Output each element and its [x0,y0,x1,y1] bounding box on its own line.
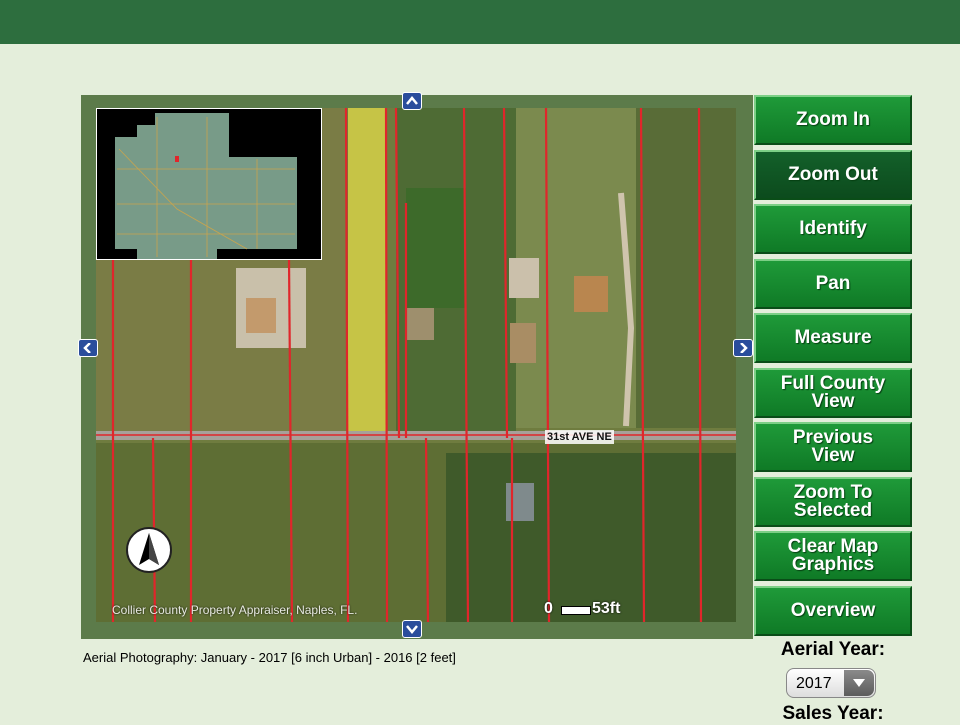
chevron-down-icon [406,625,418,634]
scale-distance-label: 53ft [592,600,621,617]
pan-up-button[interactable] [402,92,422,110]
zoom-in-button[interactable]: Zoom In [754,95,912,145]
aerial-year-value: 2017 [796,675,832,692]
aerial-year-select[interactable]: 2017 [786,668,876,698]
aerial-photography-caption: Aerial Photography: January - 2017 [6 in… [83,650,456,665]
measure-button[interactable]: Measure [754,313,912,363]
north-arrow-icon [126,527,172,573]
pan-right-button[interactable] [733,339,753,357]
aerial-year-label: Aerial Year: [780,639,886,660]
chevron-left-icon [83,343,91,353]
pan-button[interactable]: Pan [754,258,912,309]
map-tools-panel: Zoom In Zoom Out Identify Pan Measure Fu… [754,95,912,640]
top-header-bar [0,0,960,44]
pan-down-button[interactable] [402,620,422,638]
chevron-up-icon [406,96,418,105]
scale-zero-label: 0 [544,600,553,617]
overview-map-image [97,109,321,259]
scale-bar [561,606,591,615]
chevron-right-icon [740,343,748,353]
overview-map-inset[interactable] [96,108,322,260]
zoom-out-button[interactable]: Zoom Out [754,149,912,200]
zoom-to-selected-button[interactable]: Zoom To Selected [754,476,912,527]
road-label: 31st AVE NE [545,430,614,444]
dropdown-arrow-icon [844,670,874,696]
pan-left-button[interactable] [78,339,98,357]
previous-view-button[interactable]: Previous View [754,422,912,472]
full-county-view-button[interactable]: Full County View [754,367,912,418]
overview-location-marker [175,156,179,162]
clear-map-graphics-button[interactable]: Clear Map Graphics [754,531,912,581]
map-credit: Collier County Property Appraiser, Naple… [112,603,358,617]
identify-button[interactable]: Identify [754,204,912,254]
overview-button[interactable]: Overview [754,585,912,636]
sales-year-label: Sales Year: [782,703,884,724]
